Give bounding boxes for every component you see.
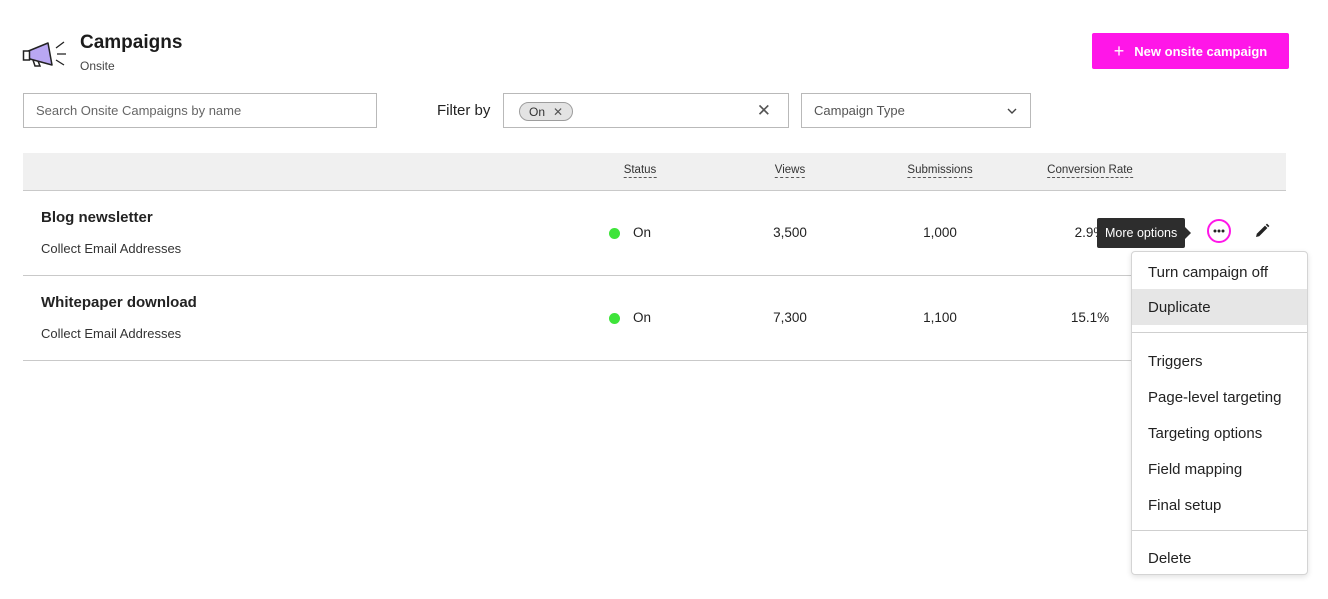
chevron-down-icon xyxy=(1007,108,1017,114)
menu-item-targeting-options[interactable]: Targeting options xyxy=(1132,415,1307,451)
menu-item-duplicate[interactable]: Duplicate xyxy=(1132,289,1307,325)
campaigns-page: Campaigns Onsite + New onsite campaign F… xyxy=(0,0,1328,599)
more-options-tooltip: More options xyxy=(1097,218,1192,248)
search-input[interactable] xyxy=(23,93,377,128)
campaign-type-select[interactable]: Campaign Type xyxy=(801,93,1031,128)
column-header-status[interactable]: Status xyxy=(623,164,657,178)
campaign-type: Collect Email Addresses xyxy=(41,326,182,341)
column-header-submissions[interactable]: Submissions xyxy=(907,164,973,178)
page-title: Campaigns xyxy=(80,32,183,53)
views-value: 7,300 xyxy=(773,310,807,325)
menu-divider xyxy=(1132,530,1307,531)
status-text: On xyxy=(633,225,652,240)
column-header-views[interactable]: Views xyxy=(774,164,806,178)
new-onsite-campaign-button[interactable]: + New onsite campaign xyxy=(1092,33,1289,69)
table-header: Status Views Submissions Conversion Rate xyxy=(23,153,1286,191)
more-options-button[interactable] xyxy=(1207,219,1231,243)
menu-item-page-level-targeting[interactable]: Page-level targeting xyxy=(1132,379,1307,415)
menu-item-field-mapping[interactable]: Field mapping xyxy=(1132,451,1307,487)
clear-filter-icon[interactable]: ✕ xyxy=(757,101,771,121)
column-header-conversion-rate[interactable]: Conversion Rate xyxy=(1047,164,1133,178)
submissions-value: 1,000 xyxy=(923,225,957,240)
ellipsis-icon xyxy=(1213,229,1225,233)
filter-by-label: Filter by xyxy=(437,102,491,119)
megaphone-icon xyxy=(22,41,66,67)
campaign-name[interactable]: Whitepaper download xyxy=(41,294,197,311)
campaign-name[interactable]: Blog newsletter xyxy=(41,209,153,226)
chip-remove-icon[interactable]: ✕ xyxy=(553,105,563,119)
campaign-type-placeholder: Campaign Type xyxy=(814,103,905,118)
pencil-icon[interactable] xyxy=(1253,222,1271,240)
plus-icon: + xyxy=(1113,41,1125,61)
menu-item-final-setup[interactable]: Final setup xyxy=(1132,487,1307,523)
menu-item-triggers[interactable]: Triggers xyxy=(1132,343,1307,379)
status-text: On xyxy=(633,310,652,325)
filter-chip-label: On xyxy=(529,104,546,119)
more-options-menu: Turn campaign off Duplicate Triggers Pag… xyxy=(1131,251,1308,575)
menu-item-turn-campaign-off[interactable]: Turn campaign off xyxy=(1132,254,1307,290)
page-subtitle: Onsite xyxy=(80,59,115,73)
status-filter[interactable]: On ✕ ✕ xyxy=(503,93,789,128)
submissions-value: 1,100 xyxy=(923,310,957,325)
campaign-type: Collect Email Addresses xyxy=(41,241,182,256)
status-indicator xyxy=(609,313,620,324)
table-row[interactable]: Whitepaper download Collect Email Addres… xyxy=(23,276,1286,361)
conversion-rate-value: 15.1% xyxy=(1070,310,1110,325)
menu-divider xyxy=(1132,332,1307,333)
views-value: 3,500 xyxy=(773,225,807,240)
status-indicator xyxy=(609,228,620,239)
new-onsite-campaign-label: New onsite campaign xyxy=(1134,43,1268,59)
filter-chip-on: On ✕ xyxy=(519,102,574,121)
menu-item-delete[interactable]: Delete xyxy=(1132,540,1307,574)
